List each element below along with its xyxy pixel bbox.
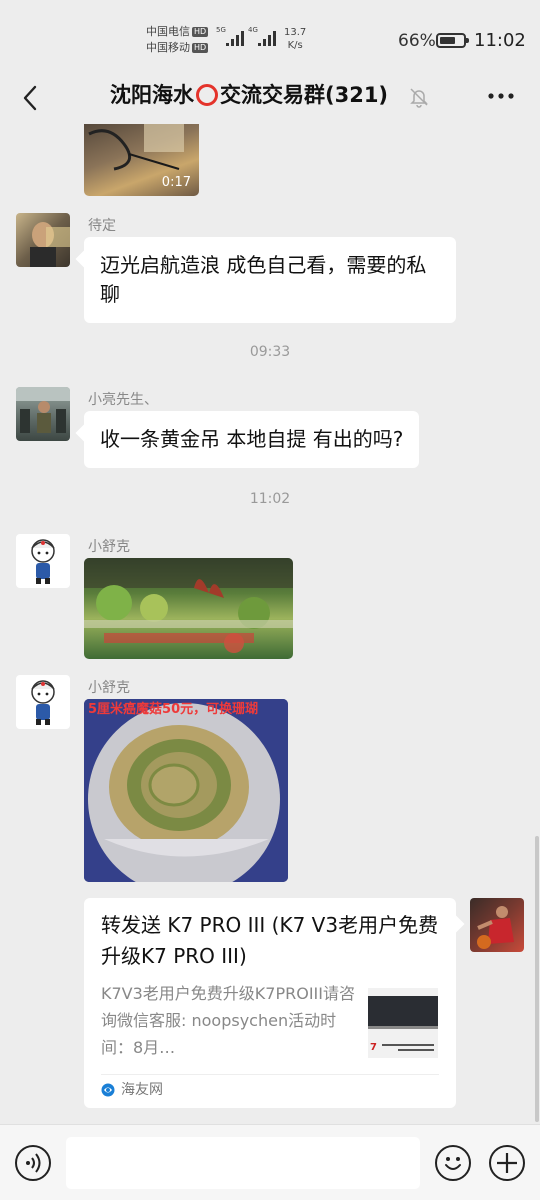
status-time: 11:02 — [474, 30, 526, 51]
signal-5g-icon: 5G — [216, 26, 244, 46]
hd-badge: HD — [192, 43, 209, 53]
link-card-title: 转发送 K7 PRO III (K7 V3老用户免费升级K7 PRO III) — [101, 913, 439, 968]
sender-name: 小舒克 — [88, 680, 130, 696]
bell-off-icon — [410, 88, 428, 108]
smiley-icon — [445, 1157, 461, 1170]
chat-title: 沈阳海水 交流交易群(321) — [110, 80, 388, 110]
image-message[interactable]: 5厘米癌魔菇50元，可换珊瑚 — [84, 699, 288, 882]
link-card-message[interactable]: 转发送 K7 PRO III (K7 V3老用户免费升级K7 PRO III) … — [84, 898, 456, 1108]
chat-title-part-1: 沈阳海水 — [110, 83, 194, 107]
my-avatar[interactable] — [470, 898, 524, 952]
chat-header: 沈阳海水 交流交易群(321) — [0, 80, 540, 116]
message-list[interactable]: 0:17 待定 迈光启航造浪 成色自己看，需要的私聊 09:33 小亮先生、 收… — [0, 124, 540, 1124]
link-card-thumbnail: 7 — [368, 988, 438, 1058]
avatar[interactable] — [16, 213, 70, 267]
message-input[interactable] — [66, 1137, 420, 1189]
text-message[interactable]: 迈光启航造浪 成色自己看，需要的私聊 — [84, 237, 456, 323]
plus-icon — [497, 1153, 517, 1173]
link-card-source: 海友网 — [101, 1080, 163, 1100]
chevron-left-icon — [23, 85, 37, 111]
aquarium-photo — [84, 558, 293, 653]
video-message[interactable]: 0:17 — [84, 124, 199, 196]
avatar[interactable] — [16, 675, 70, 729]
red-circle-emoji — [196, 84, 218, 106]
cartoon-pilot-avatar — [31, 539, 55, 584]
avatar[interactable] — [16, 534, 70, 588]
scrollbar[interactable] — [535, 836, 539, 1122]
carrier-1: 中国电信 — [146, 25, 190, 38]
carrier-info: 中国电信 HD 中国移动 HD — [146, 24, 209, 56]
link-card-description: K7V3老用户免费升级K7PROIII请咨询微信客服: noopsychen活动… — [101, 984, 355, 1057]
battery-icon — [436, 33, 469, 48]
status-bar: 中国电信 HD 中国移动 HD 5G 4G 13.7 K/s 66% 11:02 — [0, 0, 540, 80]
battery-fill — [440, 37, 455, 44]
sender-name: 小亮先生、 — [88, 392, 158, 408]
coral-photo — [84, 699, 288, 882]
avatar[interactable] — [16, 387, 70, 441]
timestamp: 09:33 — [249, 344, 291, 360]
voice-icon — [26, 1153, 41, 1173]
avatar-image — [477, 906, 514, 949]
sender-name: 待定 — [88, 218, 116, 234]
network-speed: 13.7 K/s — [284, 27, 307, 51]
chat-title-part-2: 交流交易群(321) — [220, 83, 389, 107]
input-bar — [0, 1124, 540, 1200]
sender-name: 小舒克 — [88, 539, 130, 555]
voice-input-button[interactable] — [15, 1145, 51, 1181]
cartoon-pilot-avatar — [31, 680, 55, 725]
carrier-2: 中国移动 — [146, 41, 190, 54]
image-message[interactable] — [84, 558, 293, 659]
timestamp: 11:02 — [249, 491, 291, 507]
image-overlay-text: 5厘米癌魔菇50元，可换珊瑚 — [88, 702, 259, 717]
more-button[interactable] — [486, 86, 516, 106]
more-functions-button[interactable] — [489, 1145, 525, 1181]
avatar-image — [16, 387, 70, 433]
video-duration: 0:17 — [161, 175, 191, 190]
link-card-divider — [101, 1074, 439, 1075]
source-logo-icon — [101, 1083, 115, 1097]
avatar-image — [30, 222, 70, 267]
text-message[interactable]: 收一条黄金吊 本地自提 有出的吗? — [84, 411, 420, 468]
back-button[interactable] — [16, 84, 44, 112]
svg-text:7: 7 — [370, 1042, 377, 1053]
emoji-button[interactable] — [435, 1145, 471, 1181]
battery-percent: 66% — [398, 31, 436, 51]
link-card-source-name: 海友网 — [121, 1082, 163, 1098]
hd-badge: HD — [192, 27, 209, 37]
signal-4g-icon: 4G — [248, 26, 276, 46]
